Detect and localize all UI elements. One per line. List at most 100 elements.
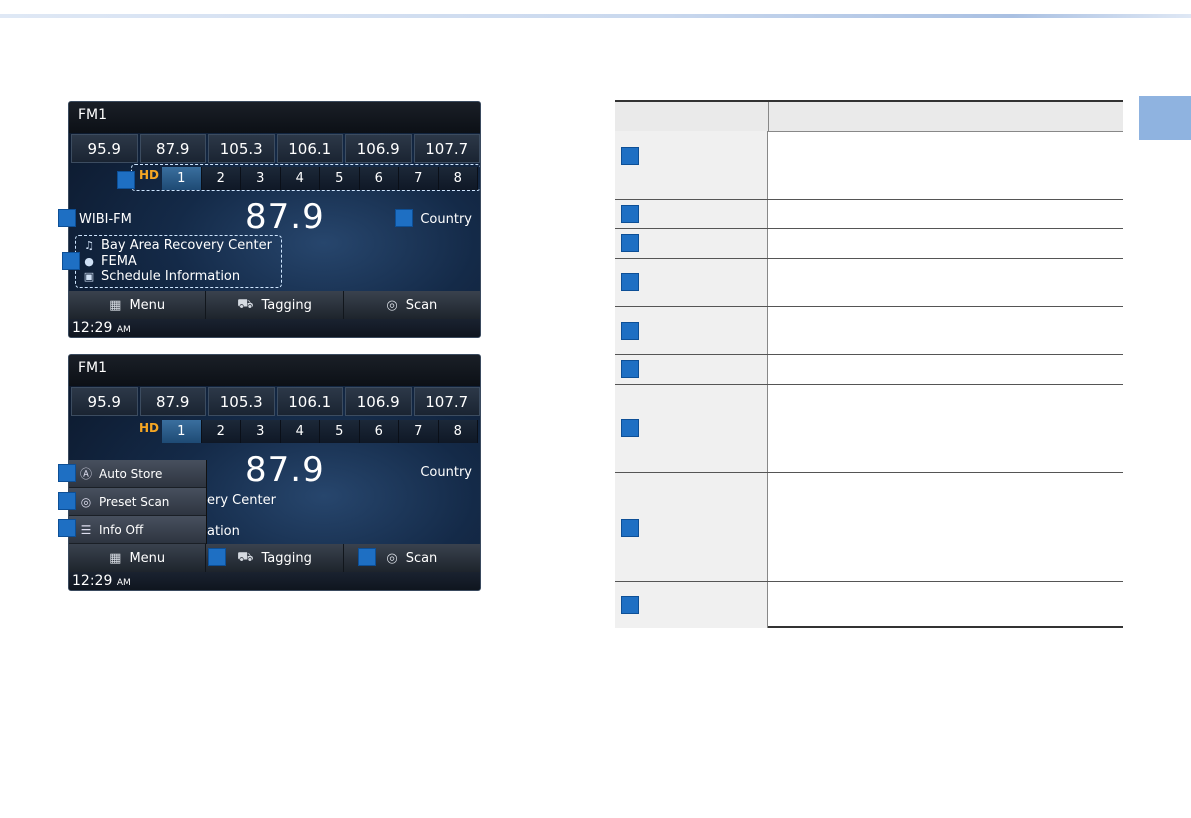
preset-button[interactable]: 106.9 (345, 134, 412, 163)
auto-store-button[interactable]: Ⓐ Auto Store (69, 460, 206, 488)
hd-channel-button[interactable]: 5 (320, 420, 360, 443)
schedule-icon: ▣ (83, 270, 95, 283)
preset-button[interactable]: 95.9 (71, 387, 138, 416)
callout-marker (621, 234, 639, 252)
table-header (615, 102, 1123, 132)
program-line: ▣ Schedule Information (83, 269, 272, 285)
hd-channel-button[interactable]: 4 (280, 420, 320, 443)
bottom-bar: ▦ Menu ⛟ Tagging ◎ Scan (69, 291, 480, 319)
legend-table (615, 100, 1123, 628)
title-bar: FM1 (69, 102, 480, 133)
callout-marker (621, 596, 639, 614)
preset-button[interactable]: 87.9 (139, 134, 206, 163)
person-icon: ● (84, 254, 94, 268)
table-cell-value (768, 355, 1123, 384)
table-cell-value (768, 473, 1123, 581)
scan-button[interactable]: ◎ Scan (344, 291, 480, 319)
menu-label: Menu (129, 297, 166, 313)
table-row (615, 473, 1123, 582)
table-cell-key (615, 473, 768, 581)
hd-channel-button[interactable]: 3 (241, 420, 281, 443)
clock-time: 12:29 (72, 320, 113, 336)
program-info: Schedule Information (101, 269, 241, 284)
clock-time: 12:29 (72, 573, 113, 589)
preset-button[interactable]: 95.9 (71, 134, 138, 163)
preset-button[interactable]: 105.3 (208, 134, 275, 163)
table-cell-key (615, 385, 768, 472)
partial-song-text: ery Center (207, 493, 276, 508)
scan-icon: ◎ (386, 297, 398, 313)
header-divider (768, 102, 769, 131)
table-row (615, 385, 1123, 473)
hd-channel-button[interactable]: 6 (359, 420, 399, 443)
preset-scan-button[interactable]: ◎ Preset Scan (69, 488, 206, 516)
music-note-icon: ♫ (84, 239, 94, 252)
preset-row: 95.9 87.9 105.3 106.1 106.9 107.7 (71, 387, 480, 416)
info-off-button[interactable]: ☰ Info Off (69, 516, 206, 544)
genre-label: Country (420, 212, 472, 227)
callout-marker (621, 205, 639, 223)
callout-marker (621, 360, 639, 378)
radio-screen-popup: FM1 95.9 87.9 105.3 106.1 106.9 107.7 HD… (68, 354, 481, 591)
callout-marker (621, 519, 639, 537)
table-row (615, 355, 1123, 385)
callout-marker (358, 548, 376, 566)
table-row (615, 307, 1123, 355)
callout-marker (58, 464, 76, 482)
hd-label: HD (139, 421, 160, 435)
clock-ampm: AM (116, 325, 131, 335)
tagging-button[interactable]: ⛟ Tagging (206, 291, 344, 319)
cart-tag-icon: ⛟ (237, 296, 254, 312)
table-row (615, 131, 1123, 200)
song-line: ♫ Bay Area Recovery Center (83, 238, 272, 254)
status-bar: 12:29 AM (69, 319, 480, 337)
hd-channel-button[interactable]: 8 (438, 420, 478, 443)
station-id: WIBI-FM (79, 212, 132, 227)
tagging-button[interactable]: ⛟ Tagging (206, 544, 344, 572)
preset-button[interactable]: 107.7 (413, 134, 480, 163)
info-off-label: Info Off (99, 522, 144, 537)
preset-button[interactable]: 107.7 (413, 387, 480, 416)
song-info: ♫ Bay Area Recovery Center ● FEMA ▣ Sche… (83, 238, 272, 285)
scan-label: Scan (405, 550, 438, 566)
table-cell-key (615, 131, 768, 199)
preset-button[interactable]: 106.1 (276, 387, 343, 416)
hd-channel-button[interactable]: 2 (201, 420, 241, 443)
table-cell-value (768, 131, 1123, 199)
preset-button[interactable]: 87.9 (139, 387, 206, 416)
cart-tag-icon: ⛟ (237, 549, 254, 565)
status-bar: 12:29 AM (69, 572, 480, 590)
clock: 12:29 AM (72, 573, 131, 589)
clock-ampm: AM (116, 578, 131, 588)
genre-label: Country (420, 465, 472, 480)
options-popup: Ⓐ Auto Store ◎ Preset Scan ☰ Info Off (69, 460, 207, 544)
preset-button[interactable]: 106.9 (345, 387, 412, 416)
callout-marker (62, 252, 80, 270)
tagging-label: Tagging (261, 297, 312, 313)
artist-line: ● FEMA (83, 254, 272, 270)
band-label: FM1 (78, 107, 108, 123)
callout-marker (621, 273, 639, 291)
table-cell-value (768, 259, 1123, 306)
callout-marker (58, 492, 76, 510)
table-cell-key (615, 355, 768, 384)
preset-button[interactable]: 105.3 (208, 387, 275, 416)
preset-button[interactable]: 106.1 (276, 134, 343, 163)
auto-store-icon: Ⓐ (79, 467, 92, 481)
menu-button[interactable]: ▦ Menu (69, 544, 207, 572)
callout-marker (208, 548, 226, 566)
table-row (615, 259, 1123, 307)
hd-channel-button[interactable]: 1 (162, 420, 202, 443)
callout-marker (58, 209, 76, 227)
band-label: FM1 (78, 360, 108, 376)
menu-button[interactable]: ▦ Menu (69, 291, 207, 319)
hd-channel-button[interactable]: 7 (399, 420, 439, 443)
callout-marker (117, 171, 135, 189)
info-off-icon: ☰ (80, 522, 92, 537)
table-cell-key (615, 200, 768, 228)
table-row (615, 582, 1123, 628)
chapter-side-tab (1139, 96, 1191, 140)
auto-store-label: Auto Store (99, 466, 163, 481)
table-cell-key (615, 582, 768, 628)
song-title: Bay Area Recovery Center (101, 238, 272, 253)
